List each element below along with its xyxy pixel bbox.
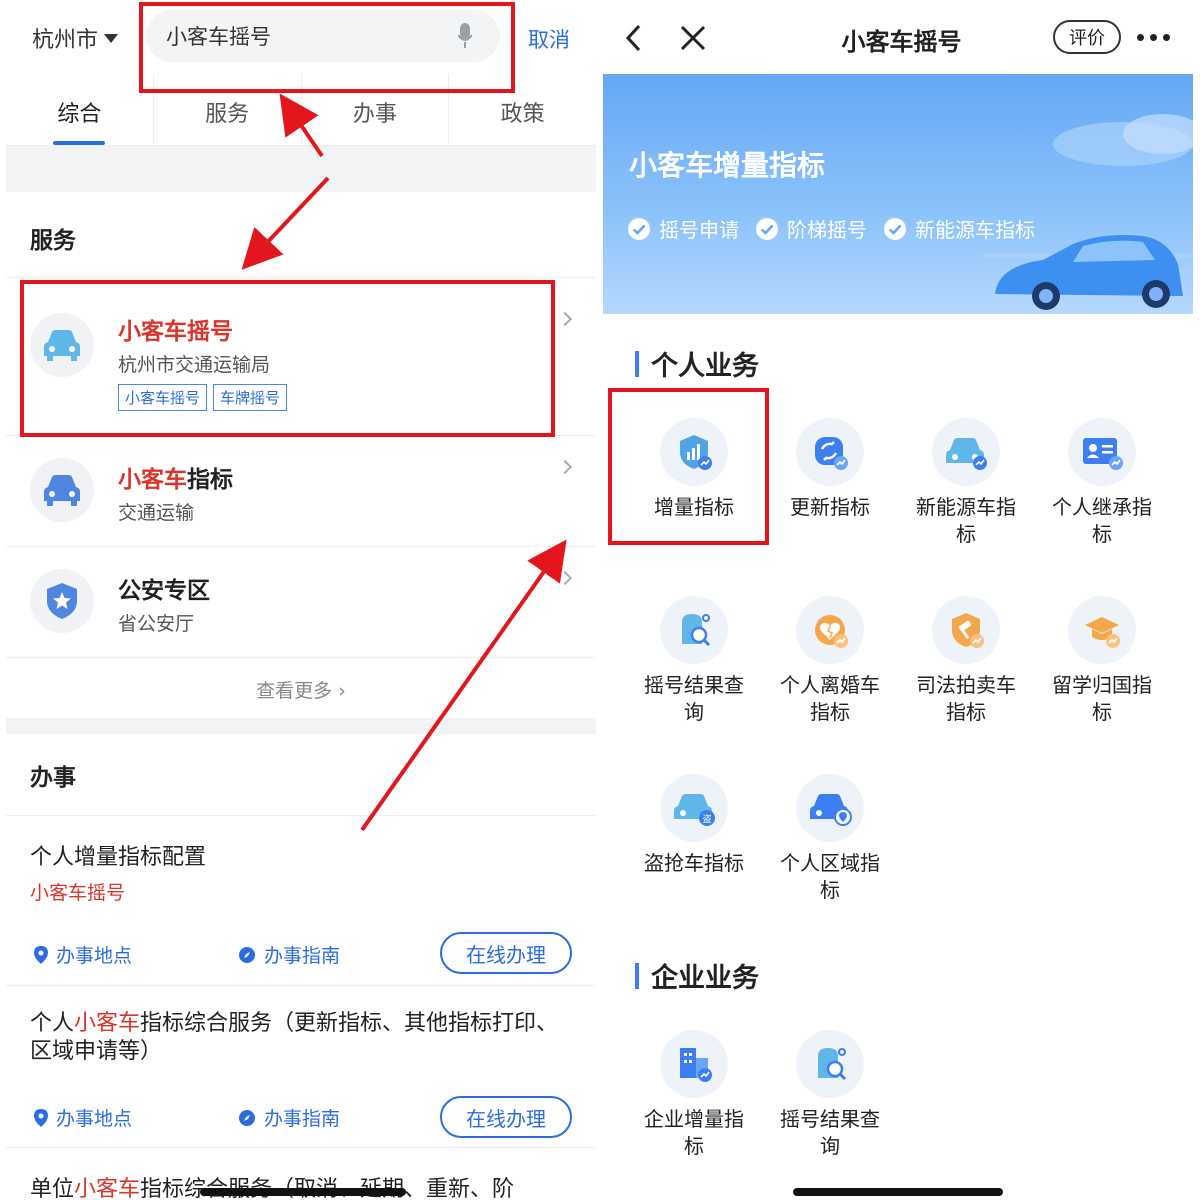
arrow-to-right-panel: [360, 539, 567, 832]
arrow-to-search: [279, 93, 324, 158]
annotation-arrows: [241, 93, 567, 832]
arrow-to-service: [241, 176, 330, 270]
